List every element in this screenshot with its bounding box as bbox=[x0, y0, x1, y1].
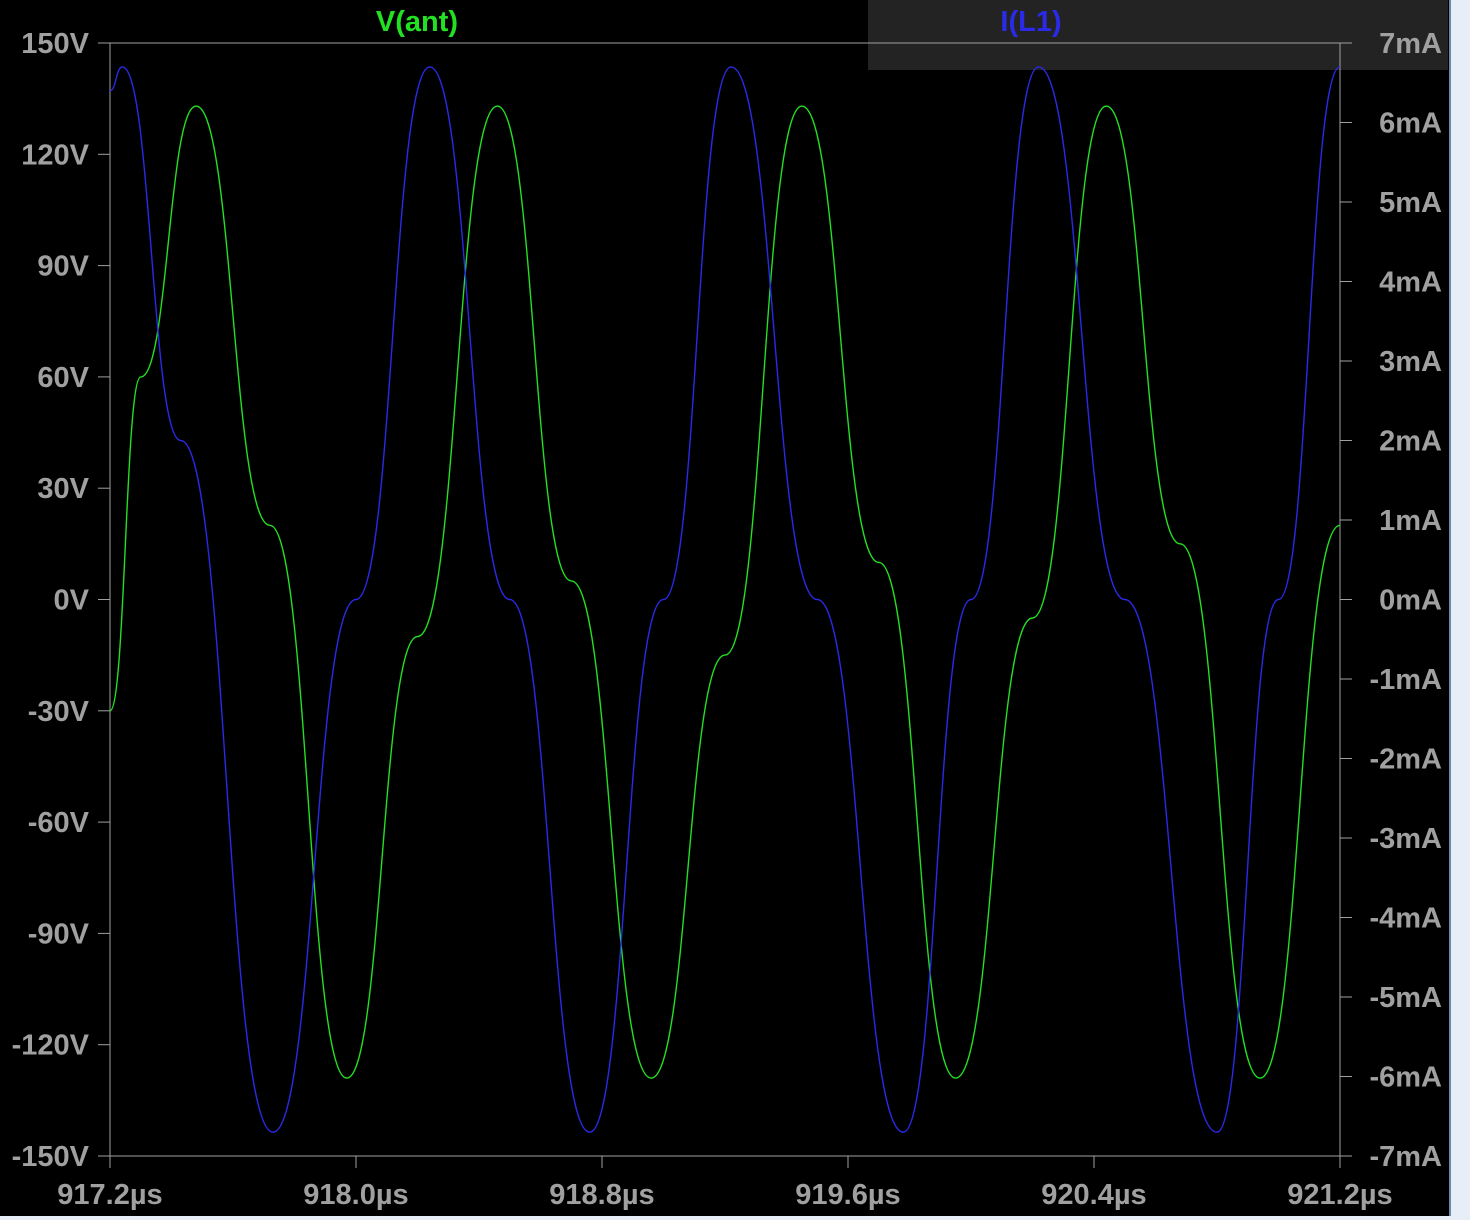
trace-i-l1[interactable] bbox=[109, 66, 1341, 1133]
right-tick-label: 0mA bbox=[1379, 585, 1442, 617]
legend-v-ant[interactable]: V(ant) bbox=[376, 6, 458, 38]
right-tick-label: 6mA bbox=[1379, 108, 1442, 140]
right-tick-label: -7mA bbox=[1369, 1141, 1442, 1173]
right-tick-label: -1mA bbox=[1369, 664, 1442, 696]
x-tick-label: 918.8µs bbox=[549, 1179, 654, 1211]
legend-i-l1[interactable]: I(L1) bbox=[1000, 6, 1061, 38]
left-tick-label: -60V bbox=[28, 807, 90, 839]
right-tick-label: 7mA bbox=[1379, 28, 1442, 60]
right-tick-label: 4mA bbox=[1379, 267, 1442, 299]
x-tick-label: 917.2µs bbox=[57, 1179, 162, 1211]
left-tick-label: 30V bbox=[37, 473, 89, 505]
x-tick-label: 919.6µs bbox=[795, 1179, 900, 1211]
right-tick-label: -5mA bbox=[1369, 982, 1442, 1014]
x-tick-label: 920.4µs bbox=[1041, 1179, 1146, 1211]
right-tick-label: 2mA bbox=[1379, 426, 1442, 458]
left-tick-label: 150V bbox=[21, 28, 89, 60]
left-tick-label: -120V bbox=[12, 1030, 90, 1062]
x-tick-label: 918.0µs bbox=[303, 1179, 408, 1211]
left-tick-label: -90V bbox=[28, 918, 90, 950]
right-tick-label: -2mA bbox=[1369, 744, 1442, 776]
plot-area[interactable] bbox=[109, 42, 1341, 1157]
left-tick-label: 60V bbox=[37, 362, 89, 394]
window-bottom-border bbox=[0, 1216, 1470, 1220]
right-tick-label: -3mA bbox=[1369, 823, 1442, 855]
left-y-axis: 150V 120V 90V 60V 30V 0V -30V -60V -90V -120V -150… bbox=[12, 28, 110, 1173]
x-tick-label: 921.2µs bbox=[1287, 1179, 1392, 1211]
right-tick-label: 5mA bbox=[1379, 187, 1442, 219]
left-tick-label: 90V bbox=[37, 251, 89, 283]
right-tick-label: -6mA bbox=[1369, 1062, 1442, 1094]
x-axis: 917.2µs 918.0µs 918.8µs 919.6µs 920.4µs 921.2… bbox=[57, 1156, 1393, 1211]
traces bbox=[109, 66, 1341, 1133]
left-tick-label: -30V bbox=[28, 696, 90, 728]
left-tick-label: -150V bbox=[12, 1141, 90, 1173]
waveform-plot[interactable]: 150V 120V 90V 60V 30V 0V -30V -60V -90V -120V -150… bbox=[0, 0, 1470, 1220]
right-tick-label: 3mA bbox=[1379, 346, 1442, 378]
right-y-axis: 7mA 6mA 5mA 4mA 3mA 2mA 1mA 0mA -1mA -2mA -3mA -4mA… bbox=[1340, 28, 1442, 1173]
right-tick-label: 1mA bbox=[1379, 505, 1442, 537]
trace-v-ant[interactable] bbox=[109, 105, 1341, 1079]
left-tick-label: 120V bbox=[21, 139, 89, 171]
right-tick-label: -4mA bbox=[1369, 903, 1442, 935]
waveform-viewer: 150V 120V 90V 60V 30V 0V -30V -60V -90V -120V -150… bbox=[0, 0, 1470, 1220]
left-tick-label: 0V bbox=[54, 585, 90, 617]
window-right-border bbox=[1449, 0, 1470, 1220]
